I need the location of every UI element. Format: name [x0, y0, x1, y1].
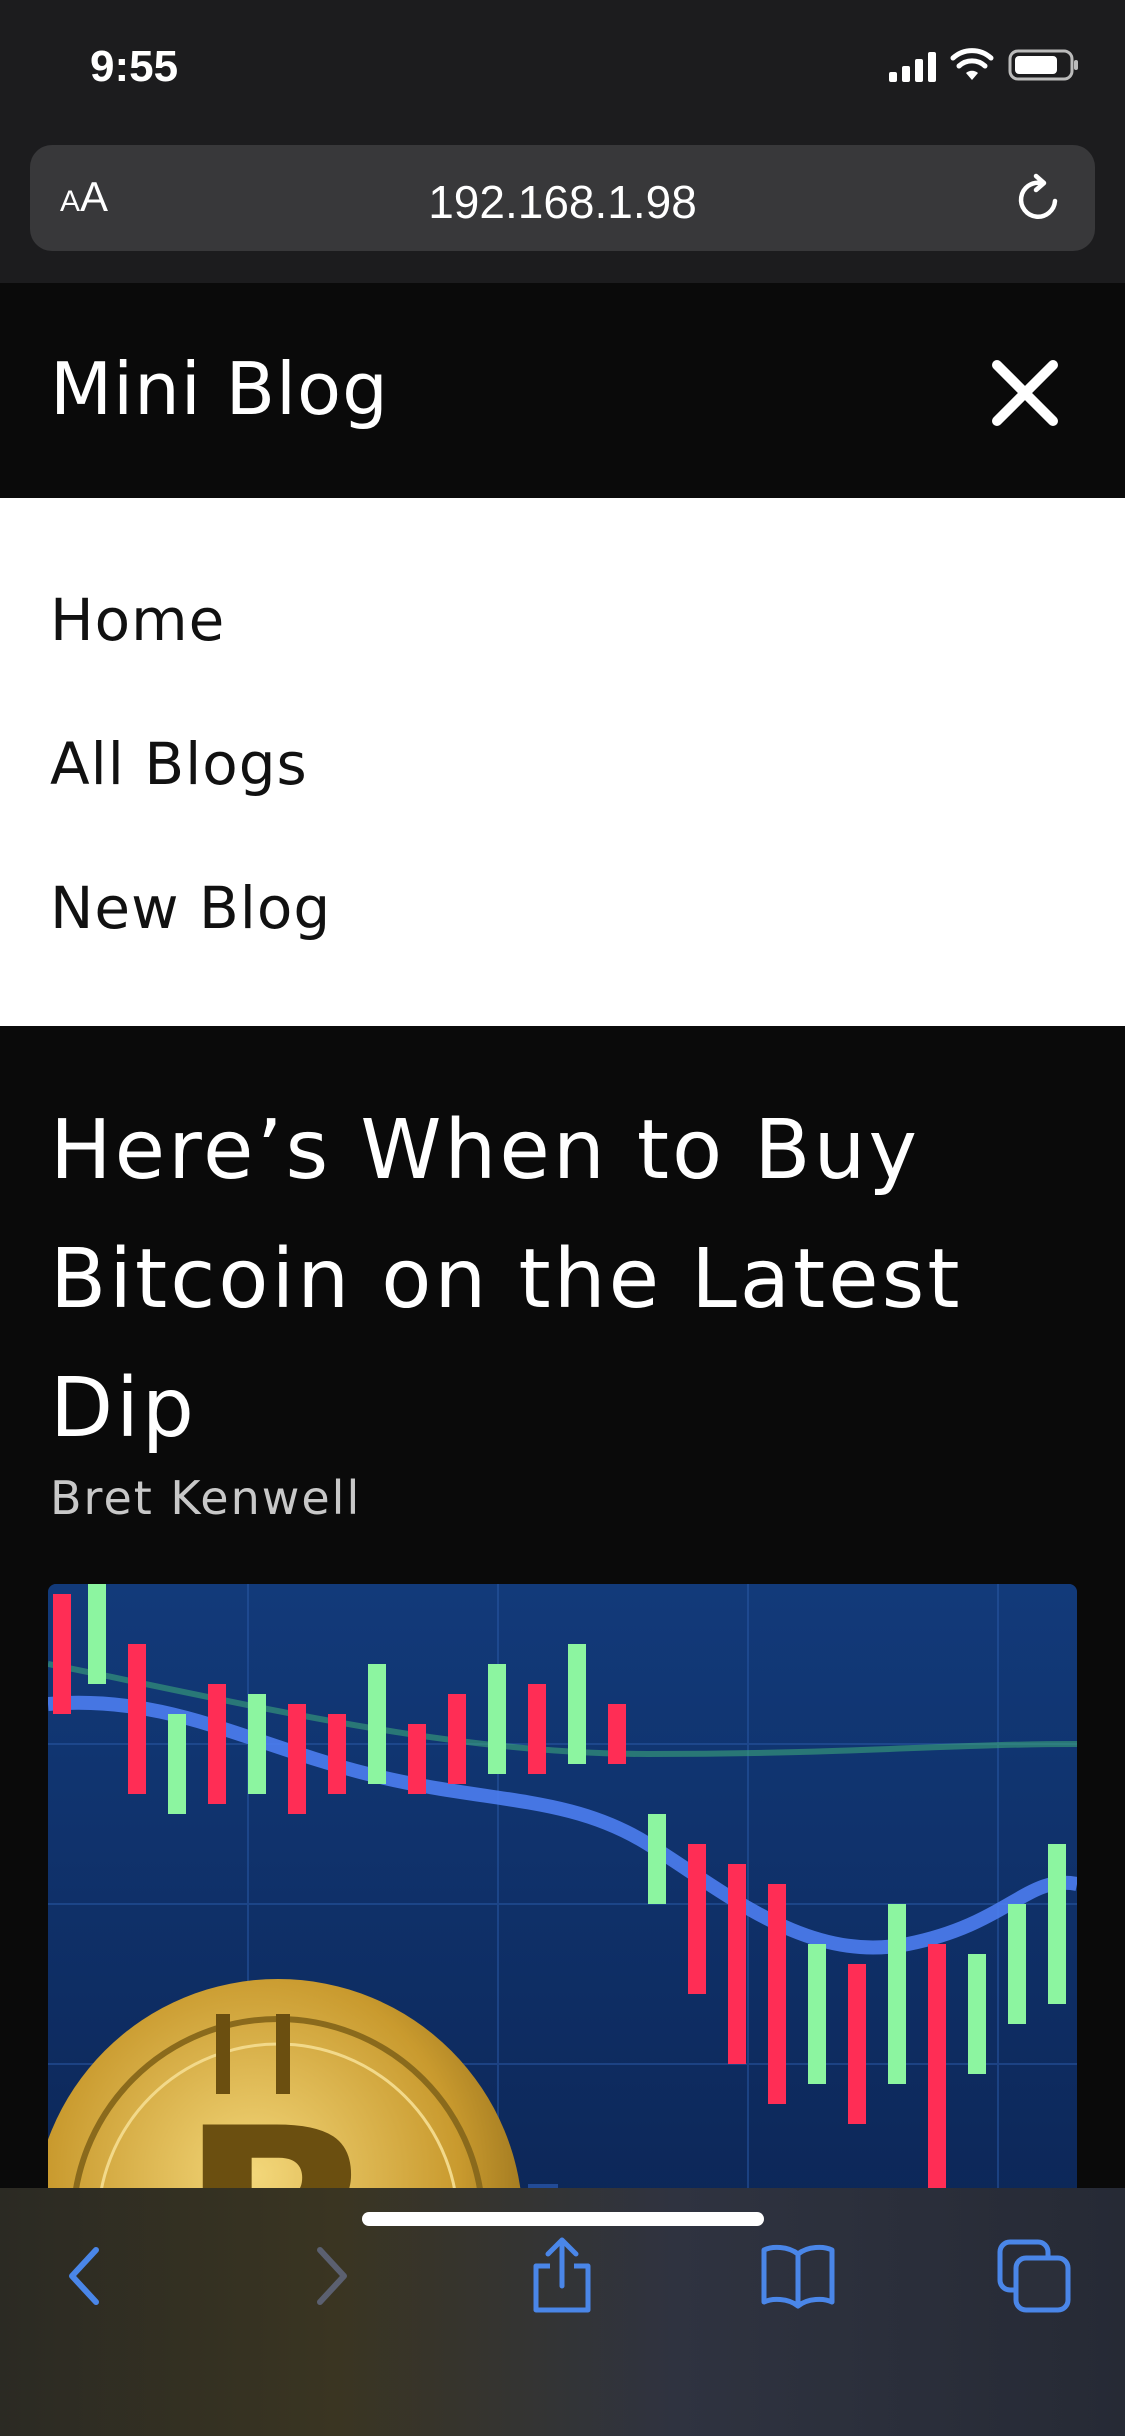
reload-icon[interactable]	[1011, 171, 1067, 227]
wifi-icon	[950, 48, 994, 80]
nav-link-new-blog[interactable]: New Blog	[50, 874, 331, 942]
address-bar[interactable]: AA 192.168.1.98	[30, 145, 1095, 251]
bookmarks-icon[interactable]	[758, 2236, 838, 2316]
nav-menu: Home All Blogs New Blog	[0, 498, 1125, 1026]
forward-icon[interactable]	[288, 2236, 368, 2316]
battery-icon	[1008, 49, 1078, 81]
article-author: Bret Kenwell	[50, 1471, 362, 1525]
site-title[interactable]: Mini Blog	[50, 347, 389, 431]
article-title[interactable]: Here’s When to Buy Bitcoin on the Latest…	[50, 1086, 1080, 1473]
home-indicator[interactable]	[362, 2212, 764, 2226]
browser-address-area: AA 192.168.1.98	[0, 135, 1125, 283]
share-icon[interactable]	[522, 2236, 602, 2316]
site-header: Mini Blog	[0, 283, 1125, 498]
back-icon[interactable]	[48, 2236, 128, 2316]
close-icon[interactable]	[985, 353, 1065, 433]
phone-screen: 9:55 AA 192.168.1.98 Mini Blog Home All …	[0, 0, 1125, 2436]
cellular-signal-icon	[889, 52, 936, 82]
status-time: 9:55	[90, 42, 179, 91]
url-text: 192.168.1.98	[428, 176, 697, 228]
tabs-icon[interactable]	[994, 2236, 1074, 2316]
nav-link-all-blogs[interactable]: All Blogs	[50, 730, 308, 798]
status-bar: 9:55	[0, 0, 1125, 135]
nav-link-home[interactable]: Home	[50, 586, 225, 654]
status-icons	[889, 48, 1080, 82]
